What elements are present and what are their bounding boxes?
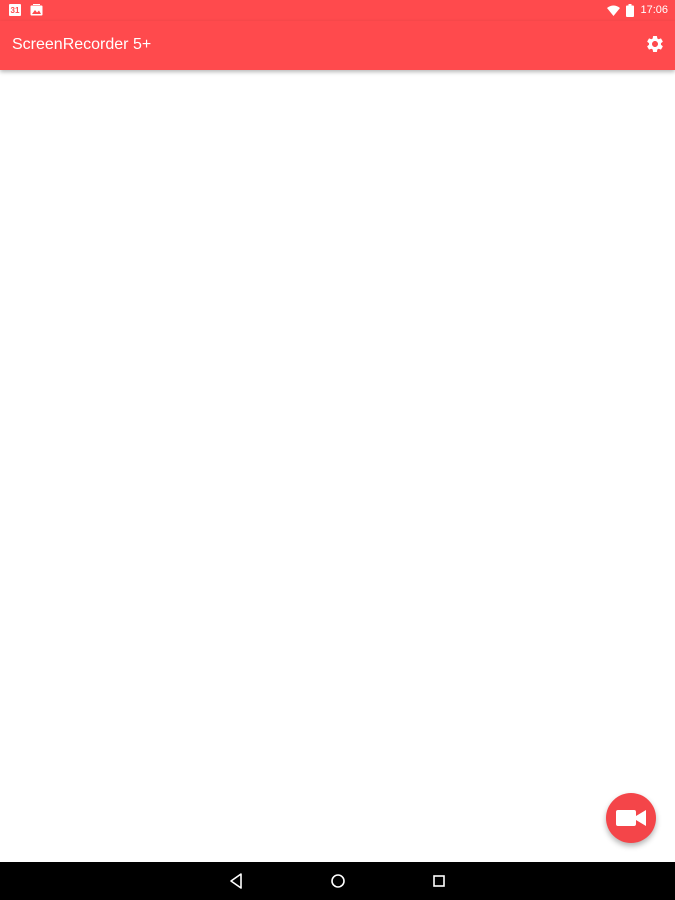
main-content <box>0 70 675 862</box>
videocam-icon <box>616 810 646 826</box>
calendar-icon: 31 <box>9 4 21 16</box>
battery-icon <box>626 4 635 17</box>
status-bar: 31 17:06 <box>0 0 675 21</box>
gallery-notification-icon <box>30 4 43 16</box>
back-icon[interactable] <box>228 872 246 890</box>
notification-icons: 31 <box>9 4 43 16</box>
gear-icon[interactable] <box>645 34 665 54</box>
status-time: 17:06 <box>640 4 668 16</box>
navigation-bar <box>0 862 675 900</box>
system-status-icons: 17:06 <box>607 3 668 18</box>
home-icon[interactable] <box>329 872 347 890</box>
app-title: ScreenRecorder 5+ <box>12 36 152 53</box>
app-bar: ScreenRecorder 5+ <box>0 21 675 70</box>
screen: 31 17:06 ScreenRecorder 5+ <box>0 0 675 900</box>
wifi-icon <box>607 5 621 16</box>
recents-icon[interactable] <box>430 872 448 890</box>
record-fab-button[interactable] <box>606 793 656 843</box>
